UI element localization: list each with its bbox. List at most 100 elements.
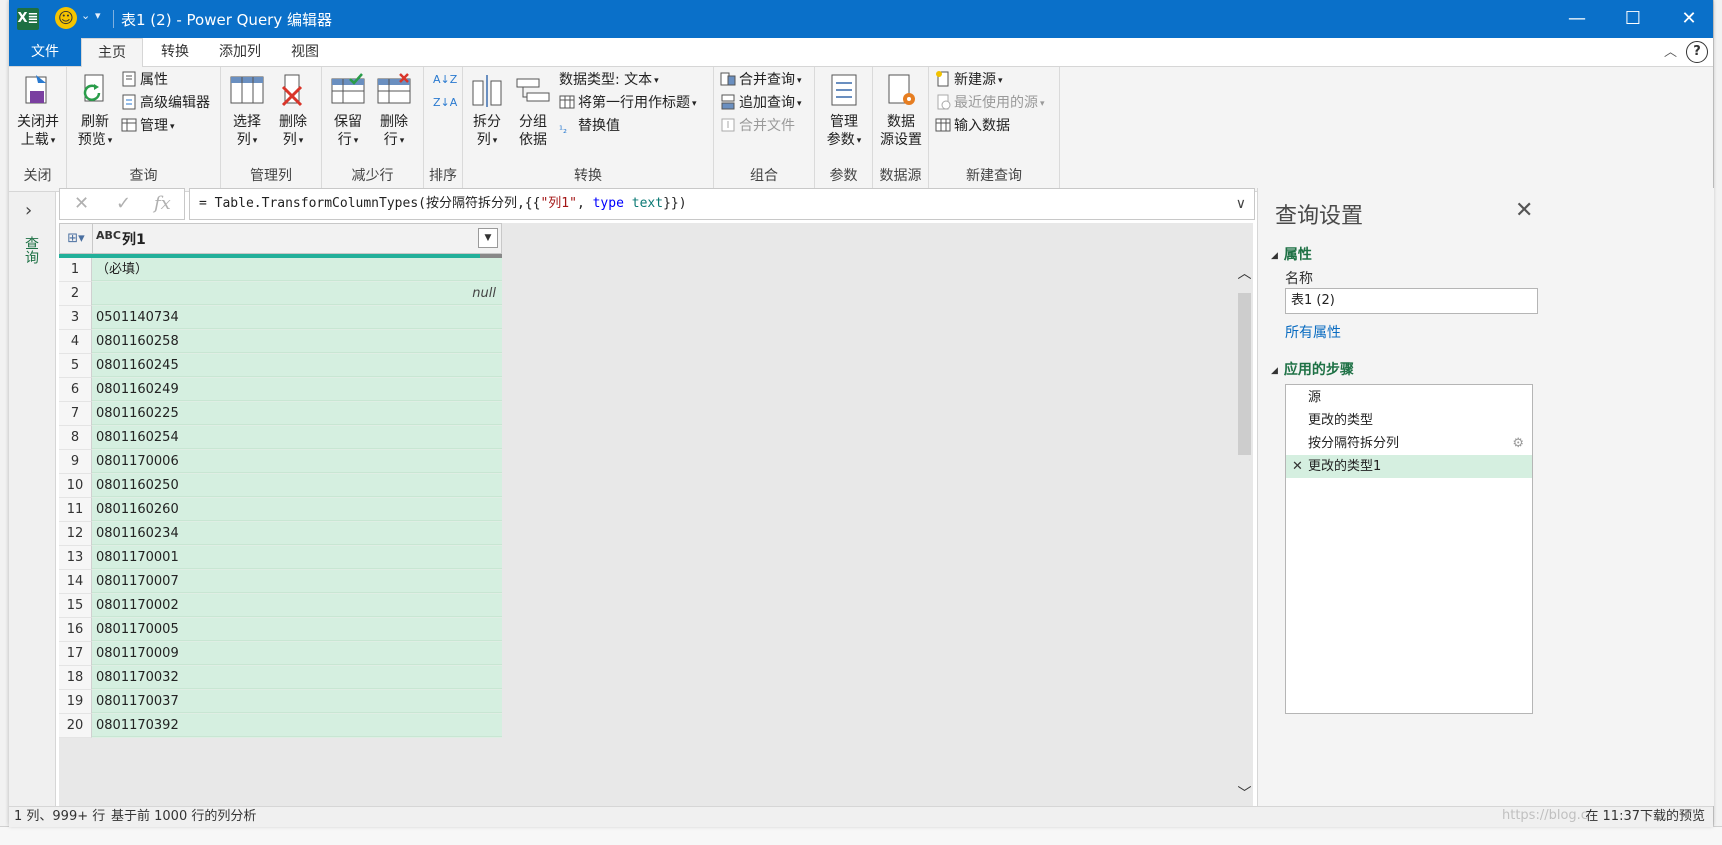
smiley-feedback-icon[interactable]: ☺ [55,7,77,29]
queries-pane-label[interactable]: 查询 [23,236,41,264]
column-filter-button[interactable]: ▼ [478,228,498,248]
column-profiling-mode[interactable]: 基于前 1000 行的列分析 [111,807,256,827]
step-source[interactable]: 源 [1286,386,1532,409]
scroll-down-icon[interactable]: ﹀ [1236,783,1253,803]
row-number[interactable]: 10 [59,474,92,498]
scroll-up-icon[interactable]: ︿ [1236,263,1253,283]
table-cell[interactable]: 0801160254 [92,426,502,449]
table-cell[interactable]: 0801170032 [92,666,502,689]
tab-home[interactable]: 主页 [81,38,143,68]
table-cell[interactable]: 0801160260 [92,498,502,521]
split-column-button[interactable]: 拆分 列 ▾ [467,73,507,150]
append-queries-button[interactable]: 追加查询 ▾ [720,93,802,113]
tab-view[interactable]: 视图 [275,38,335,66]
row-number[interactable]: 12 [59,522,92,546]
row-number[interactable]: 19 [59,690,92,714]
row-number[interactable]: 18 [59,666,92,690]
table-menu-icon[interactable]: ⊞▾ [60,224,93,253]
new-source-button[interactable]: 新建源 ▾ [935,70,1003,90]
tab-transform[interactable]: 转换 [145,38,205,66]
table-cell[interactable]: 0801170037 [92,690,502,713]
row-number[interactable]: 13 [59,546,92,570]
tab-add-column[interactable]: 添加列 [203,38,277,66]
manage-parameters-button[interactable]: 管理 参数 ▾ [822,73,866,150]
row-number[interactable]: 5 [59,354,92,378]
vertical-scrollbar[interactable]: ︿ ﹀ [1236,263,1253,803]
fx-icon[interactable]: fx [154,193,171,214]
close-and-load-button[interactable]: 关闭并 上载 ▾ [11,73,65,150]
step-split-column[interactable]: 按分隔符拆分列 ⚙ [1286,432,1532,455]
row-number[interactable]: 7 [59,402,92,426]
column-header-name[interactable]: 列1 [122,229,146,249]
expand-queries-pane-button[interactable]: › [25,200,32,221]
row-number[interactable]: 20 [59,714,92,738]
close-settings-icon[interactable]: ✕ [1515,198,1533,223]
table-cell[interactable]: 0801160250 [92,474,502,497]
step-changed-type-1[interactable]: ✕ 更改的类型1 [1286,455,1532,478]
row-number[interactable]: 16 [59,618,92,642]
table-cell[interactable]: 0501140734 [92,306,502,329]
formula-text[interactable]: = Table.TransformColumnTypes(按分隔符拆分列,{{"… [199,189,687,219]
collapse-ribbon-icon[interactable]: ︿ [1664,41,1677,60]
merge-queries-button[interactable]: 合并查询 ▾ [720,70,802,90]
applied-steps-section-header[interactable]: ◢ 应用的步骤 [1271,359,1354,379]
group-by-button[interactable]: 分组 依据 [513,73,553,149]
query-name-field[interactable]: 表1 (2) [1285,288,1538,314]
row-number[interactable]: 11 [59,498,92,522]
commit-formula-icon[interactable]: ✓ [116,193,131,214]
replace-values-button[interactable]: ¹₂ 替换值 [559,116,620,136]
help-icon[interactable]: ? [1686,41,1708,63]
table-cell[interactable]: 0801170392 [92,714,502,737]
row-number[interactable]: 3 [59,306,92,330]
expand-formula-icon[interactable]: ∨ [1236,189,1246,219]
gear-icon[interactable]: ⚙ [1512,432,1524,455]
advanced-editor-button[interactable]: 高级编辑器 [121,93,210,113]
row-number[interactable]: 15 [59,594,92,618]
cancel-formula-icon[interactable]: ✕ [74,193,89,214]
table-cell[interactable]: null [92,282,502,305]
properties-section-header[interactable]: ◢ 属性 [1271,244,1312,264]
table-cell[interactable]: 0801170007 [92,570,502,593]
sort-descending-icon[interactable]: Z↓A [433,93,457,113]
table-cell[interactable]: 0801160258 [92,330,502,353]
minimize-button[interactable]: — [1549,0,1605,38]
manage-query-button[interactable]: 管理 ▾ [121,116,175,136]
table-cell[interactable]: 0801160234 [92,522,502,545]
table-cell[interactable]: 0801160225 [92,402,502,425]
step-changed-type[interactable]: 更改的类型 [1286,409,1532,432]
enter-data-button[interactable]: 输入数据 [935,116,1010,136]
row-number[interactable]: 6 [59,378,92,402]
refresh-preview-button[interactable]: 刷新 预览 ▾ [73,73,117,150]
customize-quick-access-icon[interactable]: ▾ [95,9,101,22]
use-first-row-headers-button[interactable]: 将第一行用作标题 ▾ [559,93,697,113]
sort-ascending-icon[interactable]: A↓Z [433,70,457,90]
table-cell[interactable]: （必填） [92,258,502,281]
table-cell[interactable]: 0801170001 [92,546,502,569]
all-properties-link[interactable]: 所有属性 [1285,322,1341,342]
row-number[interactable]: 8 [59,426,92,450]
table-cell[interactable]: 0801160249 [92,378,502,401]
row-number[interactable]: 4 [59,330,92,354]
text-type-icon[interactable]: ABC [96,229,121,242]
maximize-button[interactable]: ☐ [1605,0,1661,38]
excel-app-icon[interactable]: X≣ [17,8,39,30]
data-type-dropdown[interactable]: 数据类型: 文本 ▾ [559,70,659,90]
table-cell[interactable]: 0801170006 [92,450,502,473]
keep-rows-button[interactable]: 保留 行 ▾ [328,73,368,150]
row-number[interactable]: 17 [59,642,92,666]
remove-columns-button[interactable]: 删除 列 ▾ [273,73,313,150]
close-window-button[interactable]: ✕ [1661,0,1717,38]
delete-step-icon[interactable]: ✕ [1292,455,1303,478]
table-cell[interactable]: 0801170005 [92,618,502,641]
chevron-down-icon[interactable]: ⌄ [81,9,90,22]
row-number[interactable]: 1 [59,258,92,282]
row-number[interactable]: 14 [59,570,92,594]
table-cell[interactable]: 0801170002 [92,594,502,617]
row-number[interactable]: 9 [59,450,92,474]
properties-button[interactable]: 属性 [121,70,168,90]
tab-file[interactable]: 文件 [9,38,81,66]
table-cell[interactable]: 0801170009 [92,642,502,665]
formula-bar[interactable]: = Table.TransformColumnTypes(按分隔符拆分列,{{"… [189,188,1255,220]
data-source-settings-button[interactable]: 数据 源设置 [876,73,926,149]
table-cell[interactable]: 0801160245 [92,354,502,377]
